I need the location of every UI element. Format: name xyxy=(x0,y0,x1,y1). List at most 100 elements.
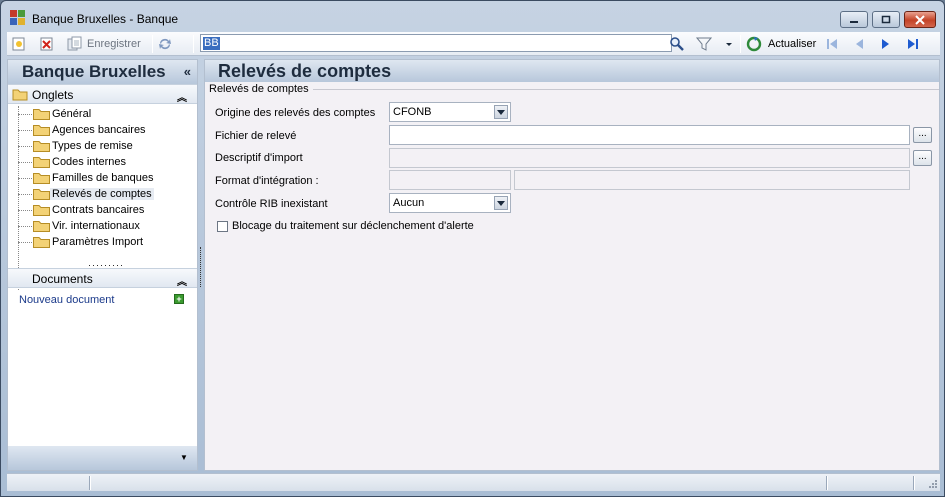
folder-icon xyxy=(33,125,50,136)
file-input[interactable] xyxy=(389,125,910,145)
documents-title: Documents xyxy=(32,272,93,286)
tree-item-label: Paramètres Import xyxy=(52,236,144,248)
close-button[interactable] xyxy=(904,11,936,28)
group-divider xyxy=(313,89,939,90)
search-input[interactable]: BB xyxy=(200,34,672,52)
collapse-pane-button[interactable]: « xyxy=(184,64,191,79)
tree-connector xyxy=(18,162,32,163)
format-label: Format d'intégration : xyxy=(215,175,319,187)
new-icon[interactable] xyxy=(11,36,27,52)
next-record-icon[interactable] xyxy=(878,36,894,52)
tree-item[interactable]: Contrats bancaires xyxy=(18,202,198,218)
new-document-link[interactable]: Nouveau document xyxy=(19,294,114,306)
tree-item[interactable]: Paramètres Import xyxy=(18,234,198,250)
tree-item-label: Vir. internationaux xyxy=(52,220,140,232)
tree-connector xyxy=(18,210,32,211)
origin-select[interactable]: CFONB xyxy=(389,102,511,122)
first-record-icon[interactable] xyxy=(824,36,840,52)
save-button[interactable]: Enregistrer xyxy=(87,38,141,50)
status-cell xyxy=(89,476,91,490)
search-icon[interactable] xyxy=(669,36,685,52)
onglets-section-header[interactable]: Onglets ︽ xyxy=(8,84,197,104)
chevron-down-icon[interactable] xyxy=(721,36,737,52)
last-record-icon[interactable] xyxy=(905,36,921,52)
page-title: Relevés de comptes xyxy=(205,60,939,82)
vertical-splitter[interactable] xyxy=(200,247,201,287)
tree-item[interactable]: Agences bancaires xyxy=(18,122,198,138)
onglets-title: Onglets xyxy=(32,88,74,102)
chevron-down-icon[interactable] xyxy=(494,196,508,210)
maximize-button[interactable] xyxy=(872,11,900,28)
block-processing-checkbox[interactable] xyxy=(217,221,228,232)
rib-label: Contrôle RIB inexistant xyxy=(215,198,328,210)
folder-icon xyxy=(33,157,50,168)
toolbar-separator xyxy=(740,35,741,53)
tree-connector xyxy=(18,178,32,179)
folder-icon xyxy=(33,109,50,120)
folder-icon xyxy=(33,221,50,232)
status-cell xyxy=(826,476,828,490)
tree-item-label: Types de remise xyxy=(52,140,133,152)
title-bar[interactable]: Banque Bruxelles - Banque xyxy=(1,1,944,31)
add-document-button[interactable]: + xyxy=(174,294,184,304)
refresh-icon[interactable] xyxy=(746,36,762,52)
chevron-up-icon[interactable]: ︽ xyxy=(177,89,187,104)
folder-icon xyxy=(33,237,50,248)
tree-connector xyxy=(18,114,32,115)
browse-file-button[interactable]: ... xyxy=(913,127,932,143)
chevron-up-icon[interactable]: ︽ xyxy=(177,273,187,288)
resize-grip-icon[interactable] xyxy=(928,479,938,489)
navigation-pane: Banque Bruxelles « Onglets ︽ Général Agen… xyxy=(7,59,198,471)
tree-connector xyxy=(18,242,32,243)
delete-icon[interactable] xyxy=(39,36,55,52)
block-processing-label: Blocage du traitement sur déclenchement … xyxy=(232,220,474,232)
search-input-value: BB xyxy=(203,37,220,50)
tree-item-label: Agences bancaires xyxy=(52,124,146,136)
toolbar-separator xyxy=(152,35,153,53)
group-title: Relevés de comptes xyxy=(209,83,309,95)
folder-icon xyxy=(33,189,50,200)
refresh-button[interactable]: Actualiser xyxy=(768,38,816,50)
app-icon xyxy=(10,10,26,26)
window-title: Banque Bruxelles - Banque xyxy=(32,12,179,26)
tree-item[interactable]: Général xyxy=(18,106,198,122)
origin-value: CFONB xyxy=(393,106,432,118)
status-cell xyxy=(913,476,915,490)
tree-item[interactable]: Codes internes xyxy=(18,154,198,170)
close-icon xyxy=(915,14,925,25)
rib-select[interactable]: Aucun xyxy=(389,193,511,213)
format-code-field xyxy=(389,170,511,190)
chevron-down-icon[interactable]: ▼ xyxy=(180,453,188,462)
filter-icon[interactable] xyxy=(696,36,712,52)
tree-item[interactable]: Vir. internationaux xyxy=(18,218,198,234)
import-description-field xyxy=(389,148,910,168)
tree-item[interactable]: Types de remise xyxy=(18,138,198,154)
folder-icon xyxy=(33,205,50,216)
tree-item-label: Codes internes xyxy=(52,156,126,168)
origin-label: Origine des relevés des comptes xyxy=(215,107,376,119)
sync-icon[interactable] xyxy=(157,36,173,52)
restore-icon xyxy=(881,15,891,24)
minimize-button[interactable] xyxy=(840,11,868,28)
file-label: Fichier de relevé xyxy=(215,130,297,142)
previous-record-icon[interactable] xyxy=(851,36,867,52)
application-window: Banque Bruxelles - Banque Enregistrer BB… xyxy=(0,0,945,497)
toolbar: Enregistrer BB Actualiser xyxy=(7,32,940,56)
tree-connector xyxy=(18,130,32,131)
toolbar-separator xyxy=(193,35,194,53)
main-pane: Relevés de comptes Relevés de comptes Or… xyxy=(204,59,940,471)
tree-item[interactable]: Relevés de comptes xyxy=(18,186,198,202)
tree-item[interactable]: Familles de banques xyxy=(18,170,198,186)
rib-value: Aucun xyxy=(393,197,425,209)
tree-connector xyxy=(18,194,32,195)
save-icon[interactable] xyxy=(67,36,83,52)
tree-item-label: Contrats bancaires xyxy=(52,204,145,216)
record-header: Banque Bruxelles « xyxy=(8,60,197,84)
record-title: Banque Bruxelles xyxy=(22,62,166,81)
browse-import-button[interactable]: ... xyxy=(913,150,932,166)
minimize-icon xyxy=(850,20,858,23)
folder-icon xyxy=(12,89,28,101)
tree-item-label: Familles de banques xyxy=(52,172,154,184)
chevron-down-icon[interactable] xyxy=(494,105,508,119)
documents-section-header[interactable]: Documents ︽ xyxy=(8,268,197,288)
